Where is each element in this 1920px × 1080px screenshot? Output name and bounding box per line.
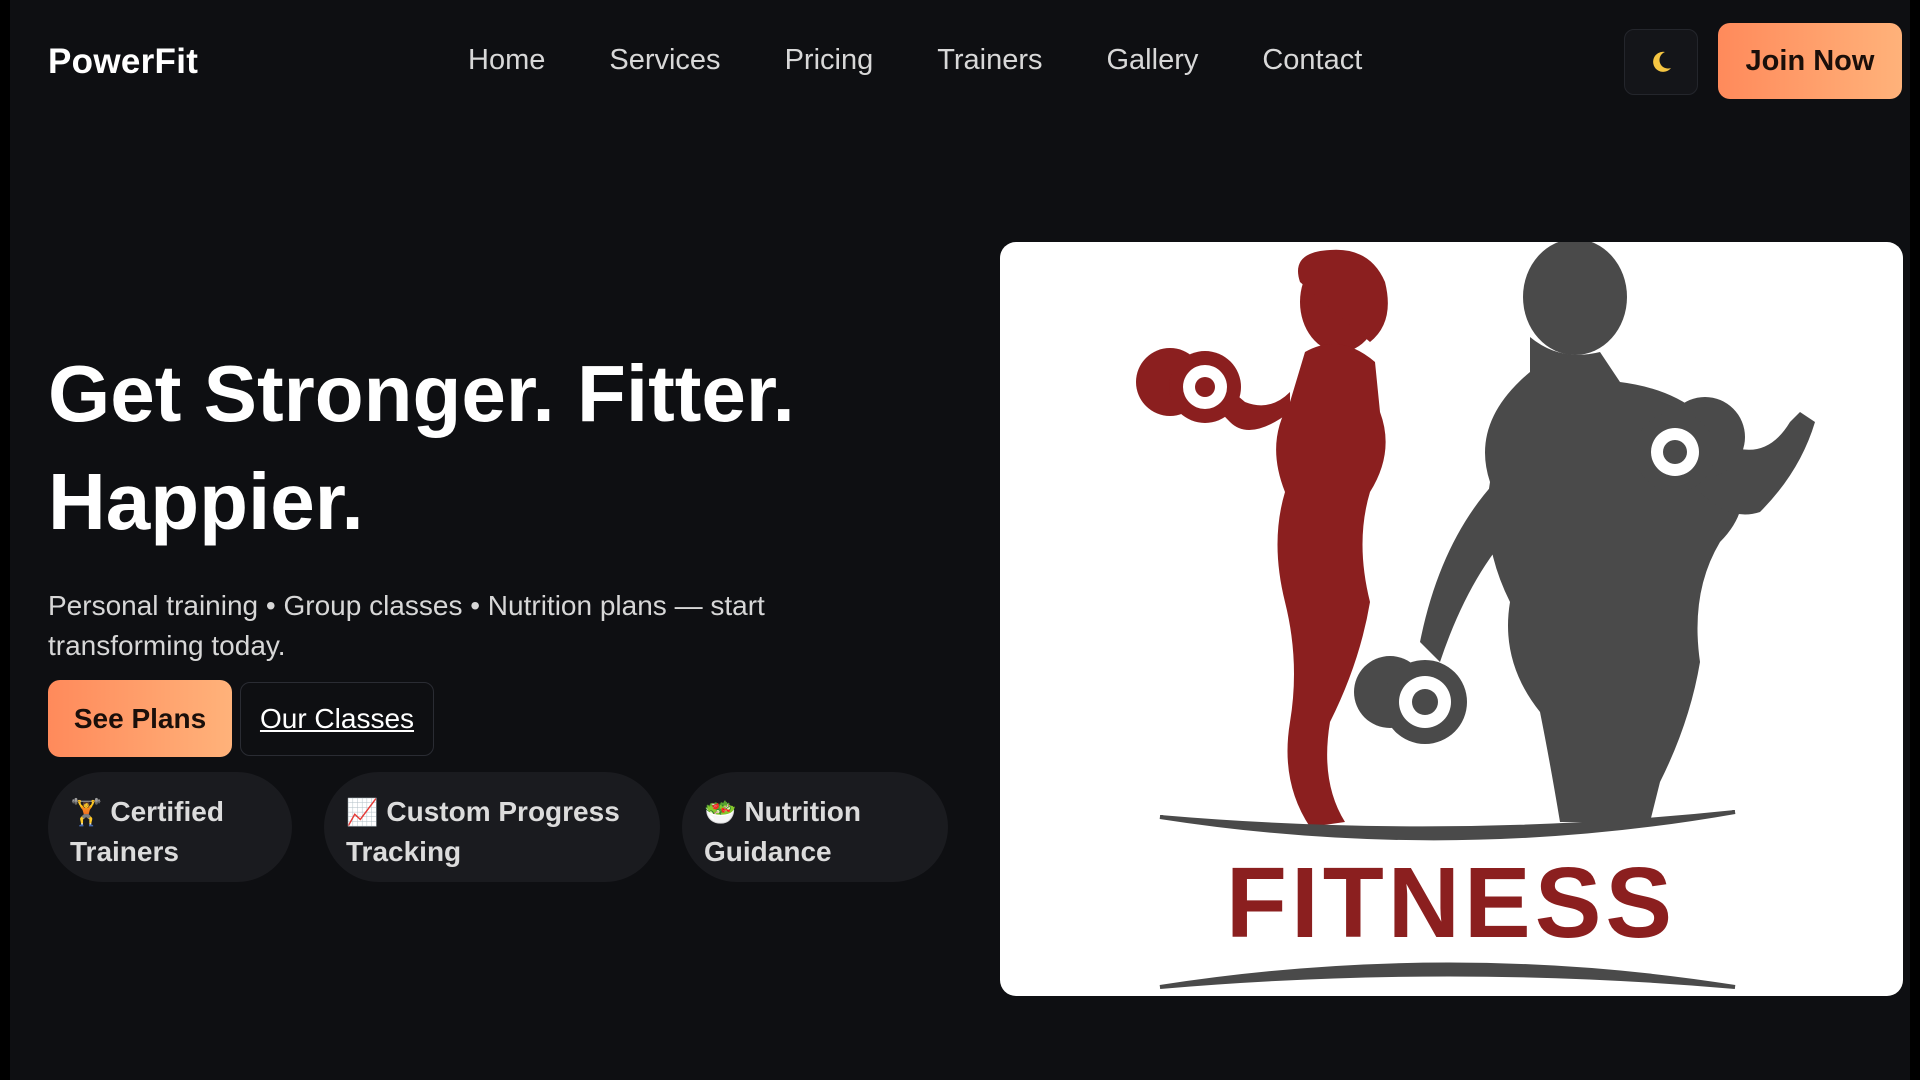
salad-icon: 🥗 (704, 797, 737, 827)
feature-pill-trainers: 🏋 Certified Trainers (48, 772, 292, 882)
top-nav: PowerFit Home Services Pricing Trainers … (10, 0, 1910, 125)
woman-silhouette (1190, 249, 1388, 827)
hero-title-line2: Happier. (48, 457, 364, 546)
feature-pill-tracking: 📈 Custom Progress Tracking (324, 772, 660, 882)
man-dumbbell-left (1354, 656, 1467, 744)
feature-label: Custom Progress Tracking (346, 796, 620, 867)
feature-pill-nutrition: 🥗 Nutrition Guidance (682, 772, 948, 882)
nav-link-gallery[interactable]: Gallery (1107, 44, 1199, 77)
join-now-button[interactable]: Join Now (1718, 23, 1902, 99)
brand-logo[interactable]: PowerFit (48, 42, 198, 82)
nav-link-services[interactable]: Services (609, 44, 720, 77)
moon-icon (1653, 51, 1671, 72)
fitness-logo-text: FITNESS (1226, 847, 1676, 959)
man-silhouette (1420, 242, 1815, 822)
fitness-logo-illustration: FITNESS (1136, 242, 1815, 989)
nav-link-home[interactable]: Home (468, 44, 545, 77)
nav-link-trainers[interactable]: Trainers (937, 44, 1042, 77)
woman-dumbbell (1136, 348, 1241, 423)
hero-title: Get Stronger. Fitter. Happier. (48, 340, 868, 556)
see-plans-button[interactable]: See Plans (48, 680, 232, 757)
hero-title-line1: Get Stronger. Fitter. (48, 349, 795, 438)
nav-links: Home Services Pricing Trainers Gallery C… (468, 44, 1426, 77)
theme-toggle-button[interactable] (1624, 29, 1698, 95)
our-classes-button[interactable]: Our Classes (240, 682, 434, 756)
nav-link-contact[interactable]: Contact (1262, 44, 1362, 77)
nav-link-pricing[interactable]: Pricing (785, 44, 874, 77)
chart-up-icon: 📈 (346, 797, 379, 827)
hero-subtitle: Personal training • Group classes • Nutr… (48, 590, 765, 661)
hero-image-card: FITNESS (1000, 242, 1903, 996)
page: PowerFit Home Services Pricing Trainers … (10, 0, 1910, 1080)
bottom-swoosh (1159, 962, 1736, 989)
dumbbell-icon: 🏋 (70, 797, 103, 827)
